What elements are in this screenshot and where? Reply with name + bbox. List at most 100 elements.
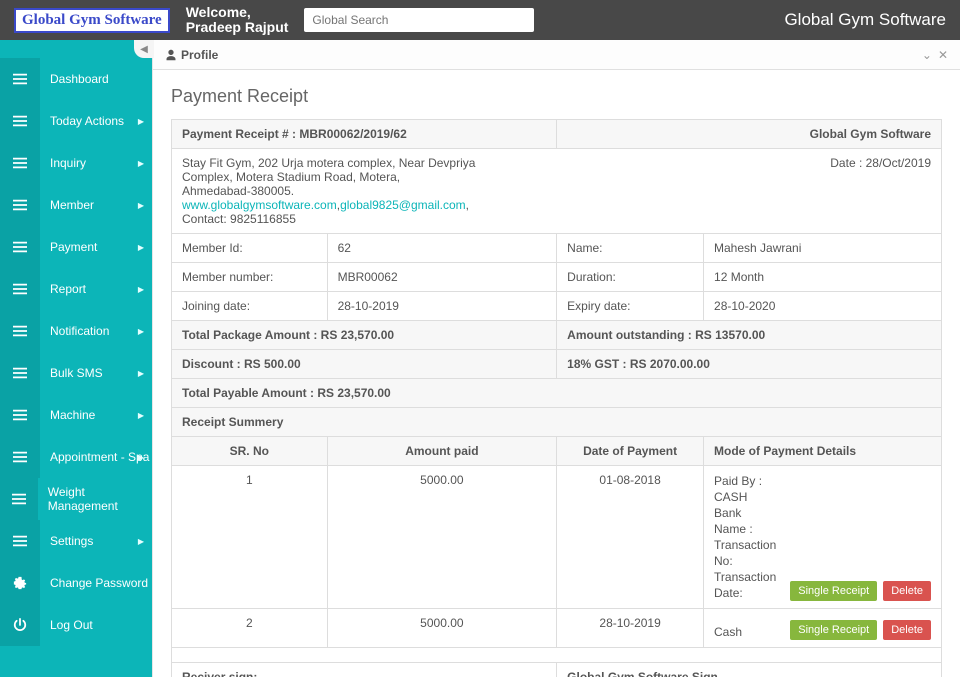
- menu-icon: [0, 226, 40, 268]
- panel-min-icon[interactable]: ⌄: [922, 48, 932, 62]
- mode-line: Transaction Date:: [714, 569, 776, 601]
- delete-button[interactable]: Delete: [883, 620, 931, 640]
- total-payable: Total Payable Amount : RS 23,570.00: [172, 379, 942, 408]
- caret-right-icon: ▶: [138, 411, 144, 420]
- row-sr: 2: [172, 609, 328, 648]
- menu-icon: [0, 520, 40, 562]
- single-receipt-button[interactable]: Single Receipt: [790, 581, 877, 601]
- sidebar-item-label: Bulk SMS: [40, 366, 103, 380]
- col-mode: Mode of Payment Details: [704, 437, 942, 466]
- sidebar-item-dashboard[interactable]: Dashboard: [0, 58, 152, 100]
- company-sign: Global Gym Software Sign: [557, 663, 942, 677]
- join-value: 28-10-2019: [327, 292, 557, 321]
- mode-line: Paid By : CASH: [714, 473, 776, 505]
- sidebar-menu: DashboardToday Actions▶Inquiry▶Member▶Pa…: [0, 58, 152, 646]
- member-no-value: MBR00062: [327, 263, 557, 292]
- sidebar-item-label: Report: [40, 282, 86, 296]
- single-receipt-button[interactable]: Single Receipt: [790, 620, 877, 640]
- row-amount: 5000.00: [327, 466, 557, 609]
- mode-line: Bank Name :: [714, 505, 776, 537]
- gym-email-link[interactable]: global9825@gmail.com: [340, 198, 466, 212]
- mode-line: Transaction No:: [714, 537, 776, 569]
- menu-icon: [0, 352, 40, 394]
- global-search-wrap: [304, 8, 534, 32]
- sidebar-item-label: Settings: [40, 534, 93, 548]
- sidebar-item-payment[interactable]: Payment▶: [0, 226, 152, 268]
- sidebar-item-label: Inquiry: [40, 156, 86, 170]
- profile-label: Profile: [181, 48, 218, 62]
- sidebar-item-log-out[interactable]: Log Out: [0, 604, 152, 646]
- sidebar-item-change-password[interactable]: Change Password: [0, 562, 152, 604]
- caret-right-icon: ▶: [138, 453, 144, 462]
- member-id-label: Member Id:: [172, 234, 328, 263]
- sidebar-item-today-actions[interactable]: Today Actions ▶: [0, 100, 152, 142]
- logo-text: Global Gym Software: [22, 12, 162, 28]
- mode-line: Cash: [714, 624, 776, 640]
- menu-icon: [0, 142, 40, 184]
- menu-icon: [0, 604, 40, 646]
- caret-right-icon: ▶: [138, 327, 144, 336]
- sidebar-item-label: Machine: [40, 408, 95, 422]
- delete-button[interactable]: Delete: [883, 581, 931, 601]
- receipt-brand: Global Gym Software: [557, 120, 942, 149]
- topbar: Global Gym Software Welcome, Pradeep Raj…: [0, 0, 960, 40]
- gst: 18% GST : RS 2070.00.00: [557, 350, 942, 379]
- brand-right: Global Gym Software: [784, 10, 946, 30]
- sidebar-item-inquiry[interactable]: Inquiry ▶: [0, 142, 152, 184]
- member-no-label: Member number:: [172, 263, 328, 292]
- addr2: Complex, Motera Stadium Road, Motera,: [182, 170, 547, 184]
- member-id-value: 62: [327, 234, 557, 263]
- sidebar-item-report[interactable]: Report ▶: [0, 268, 152, 310]
- menu-icon: [0, 562, 40, 604]
- sidebar: ◀ DashboardToday Actions▶Inquiry▶Member▶…: [0, 40, 152, 677]
- sidebar-item-notification[interactable]: Notification ▶: [0, 310, 152, 352]
- panel-close-icon[interactable]: ✕: [938, 48, 948, 62]
- addr1: Stay Fit Gym, 202 Urja motera complex, N…: [182, 156, 547, 170]
- menu-icon: [0, 436, 40, 478]
- receipt-number: Payment Receipt # : MBR00062/2019/62: [172, 120, 557, 149]
- sidebar-item-settings[interactable]: Settings ▶: [0, 520, 152, 562]
- gym-address: Stay Fit Gym, 202 Urja motera complex, N…: [172, 149, 557, 234]
- sidebar-item-label: Payment: [40, 240, 97, 254]
- row-mode: Paid By : CASHBank Name :Transaction No:…: [704, 466, 942, 609]
- name-label: Name:: [557, 234, 704, 263]
- col-amount: Amount paid: [327, 437, 557, 466]
- sidebar-item-label: Appointment - Spa: [40, 450, 149, 464]
- sidebar-item-label: Notification: [40, 324, 109, 338]
- sidebar-item-label: Today Actions: [40, 114, 124, 128]
- menu-icon: [0, 58, 40, 100]
- caret-right-icon: ▶: [138, 537, 144, 546]
- amount-outstanding: Amount outstanding : RS 13570.00: [557, 321, 942, 350]
- addr3: Ahmedabad-380005.: [182, 184, 547, 198]
- duration-label: Duration:: [557, 263, 704, 292]
- sidebar-item-appointment-spa[interactable]: Appointment - Spa▶: [0, 436, 152, 478]
- caret-right-icon: ▶: [138, 159, 144, 168]
- sidebar-item-bulk-sms[interactable]: Bulk SMS ▶: [0, 352, 152, 394]
- caret-right-icon: ▶: [138, 201, 144, 210]
- caret-right-icon: ▶: [138, 285, 144, 294]
- sidebar-item-label: Weight Management: [38, 485, 152, 513]
- user-icon: [165, 49, 177, 61]
- page-title: Payment Receipt: [171, 86, 942, 107]
- global-search-input[interactable]: [304, 8, 534, 32]
- row-mode: Cash Single Receipt Delete: [704, 609, 942, 648]
- gym-website-link[interactable]: www.globalgymsoftware.com: [182, 198, 337, 212]
- sidebar-item-member[interactable]: Member▶: [0, 184, 152, 226]
- discount: Discount : RS 500.00: [172, 350, 557, 379]
- caret-right-icon: ▶: [138, 117, 144, 126]
- sidebar-item-machine[interactable]: Machine ▶: [0, 394, 152, 436]
- expiry-value: 28-10-2020: [704, 292, 942, 321]
- sidebar-item-weight-management[interactable]: Weight Management: [0, 478, 152, 520]
- menu-icon: [0, 184, 40, 226]
- duration-value: 12 Month: [704, 263, 942, 292]
- caret-right-icon: ▶: [138, 369, 144, 378]
- sidebar-item-label: Log Out: [40, 618, 93, 632]
- receiver-sign: Reciver sign:: [172, 663, 557, 677]
- receipt-date: Date : 28/Oct/2019: [557, 149, 942, 234]
- panel-header: Profile ⌄ ✕: [153, 40, 960, 70]
- welcome-line1: Welcome,: [186, 5, 289, 20]
- logo[interactable]: Global Gym Software: [14, 8, 170, 33]
- sidebar-collapse-button[interactable]: ◀: [134, 40, 154, 58]
- menu-icon: [0, 268, 40, 310]
- total-package: Total Package Amount : RS 23,570.00: [172, 321, 557, 350]
